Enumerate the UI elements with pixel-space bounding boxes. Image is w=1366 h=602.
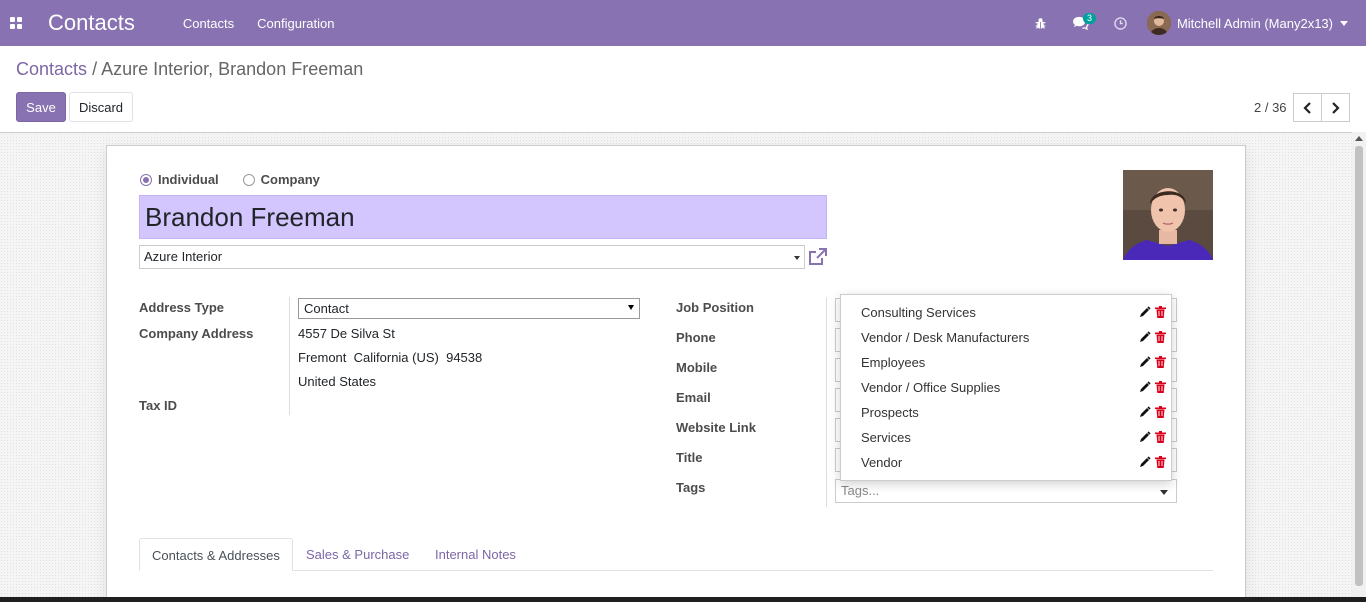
select-caret-icon bbox=[628, 305, 634, 310]
trash-delete-icon[interactable] bbox=[1155, 406, 1166, 418]
breadcrumb-contacts-link[interactable]: Contacts bbox=[16, 59, 87, 79]
chevron-left-icon bbox=[1303, 101, 1311, 114]
company-radio-label[interactable]: Company bbox=[261, 172, 320, 187]
apps-menu-icon[interactable] bbox=[0, 0, 32, 46]
save-button[interactable]: Save bbox=[16, 92, 66, 122]
contact-photo[interactable] bbox=[1123, 170, 1213, 260]
address-type-value: Contact bbox=[304, 301, 349, 316]
tag-option-label[interactable]: Consulting Services bbox=[861, 305, 976, 320]
external-link-icon[interactable] bbox=[808, 248, 827, 266]
trash-delete-icon[interactable] bbox=[1155, 356, 1166, 368]
tag-option[interactable]: Vendor bbox=[841, 451, 1173, 476]
parent-company-value: Azure Interior bbox=[144, 249, 223, 264]
tag-option[interactable]: Employees bbox=[841, 351, 1173, 376]
user-menu[interactable]: Mitchell Admin (Many2x13) bbox=[1146, 11, 1348, 35]
pencil-edit-icon[interactable] bbox=[1139, 406, 1151, 418]
pager-next-button[interactable] bbox=[1321, 93, 1350, 122]
tab-sales-purchase[interactable]: Sales & Purchase bbox=[294, 538, 421, 571]
tags-input[interactable]: Tags... bbox=[835, 479, 1177, 503]
tag-option[interactable]: Vendor / Office Supplies bbox=[841, 376, 1173, 401]
contact-name-input[interactable]: Brandon Freeman bbox=[139, 195, 827, 239]
individual-radio-label[interactable]: Individual bbox=[158, 172, 219, 187]
phone-label: Phone bbox=[676, 330, 716, 345]
user-caret-icon bbox=[1340, 20, 1348, 26]
tags-autocomplete-dropdown: Consulting Services Vendor / Desk Manufa… bbox=[840, 294, 1172, 481]
tag-option-label[interactable]: Vendor / Desk Manufacturers bbox=[861, 330, 1029, 345]
individual-radio[interactable] bbox=[140, 173, 152, 186]
discard-button[interactable]: Discard bbox=[69, 92, 133, 122]
chevron-down-icon[interactable] bbox=[1160, 490, 1168, 495]
breadcrumb-separator: / bbox=[92, 59, 98, 79]
tag-option-label[interactable]: Vendor / Office Supplies bbox=[861, 380, 1000, 395]
right-group-divider bbox=[826, 297, 827, 507]
trash-delete-icon[interactable] bbox=[1155, 381, 1166, 393]
email-label: Email bbox=[676, 390, 711, 405]
tab-contacts-addresses[interactable]: Contacts & Addresses bbox=[139, 538, 293, 571]
tag-option[interactable]: Prospects bbox=[841, 401, 1173, 426]
messages-count-badge: 3 bbox=[1082, 13, 1096, 24]
user-name: Mitchell Admin (Many2x13) bbox=[1176, 15, 1333, 31]
pencil-edit-icon[interactable] bbox=[1139, 306, 1151, 318]
tags-label: Tags bbox=[676, 480, 706, 495]
bottom-edge-bar bbox=[0, 597, 1366, 602]
navbar-systray: 3 Mitchell Admin (Many2x13) bbox=[1021, 0, 1366, 46]
scroll-up-arrow-icon[interactable] bbox=[1355, 136, 1363, 141]
tab-internal-notes[interactable]: Internal Notes bbox=[423, 538, 528, 571]
company-address-label: Company Address bbox=[139, 326, 254, 341]
tag-option[interactable]: Services bbox=[841, 426, 1173, 451]
tag-option[interactable]: Vendor / Desk Manufacturers bbox=[841, 326, 1173, 351]
scrollbar-thumb[interactable] bbox=[1355, 146, 1363, 586]
trash-delete-icon[interactable] bbox=[1155, 331, 1166, 343]
tag-option-label[interactable]: Services bbox=[861, 430, 911, 445]
trash-delete-icon[interactable] bbox=[1155, 306, 1166, 318]
address-type-select[interactable]: Contact bbox=[298, 298, 640, 319]
app-title: Contacts bbox=[48, 10, 135, 35]
tag-option[interactable]: Consulting Services bbox=[841, 301, 1173, 326]
company-type-radio-group: Individual Company bbox=[140, 172, 320, 187]
title-label: Title bbox=[676, 450, 703, 465]
pencil-edit-icon[interactable] bbox=[1139, 431, 1151, 443]
pencil-edit-icon[interactable] bbox=[1139, 381, 1151, 393]
debug-bug-icon[interactable] bbox=[1021, 0, 1061, 46]
tag-option-label[interactable]: Employees bbox=[861, 355, 925, 370]
chevron-right-icon bbox=[1332, 101, 1340, 114]
menu-configuration[interactable]: Configuration bbox=[257, 16, 334, 31]
company-radio[interactable] bbox=[242, 173, 255, 186]
breadcrumb: Contacts / Azure Interior, Brandon Freem… bbox=[16, 59, 363, 80]
chevron-down-icon[interactable] bbox=[794, 256, 800, 260]
main-menu: Contacts Configuration bbox=[183, 16, 335, 31]
pencil-edit-icon[interactable] bbox=[1139, 356, 1151, 368]
user-avatar bbox=[1146, 11, 1171, 35]
address-line-3: United States bbox=[298, 374, 377, 389]
notebook-tabs: Contacts & Addresses Sales & Purchase In… bbox=[139, 538, 1213, 571]
job-position-label: Job Position bbox=[676, 300, 754, 315]
trash-delete-icon[interactable] bbox=[1155, 456, 1166, 468]
tag-option-label[interactable]: Prospects bbox=[861, 405, 919, 420]
left-group-divider bbox=[289, 297, 290, 415]
address-type-label: Address Type bbox=[139, 300, 225, 315]
tags-placeholder: Tags... bbox=[841, 483, 880, 498]
website-link-label: Website Link bbox=[676, 420, 756, 435]
top-navbar: Contacts Contacts Configuration 3 Mitche… bbox=[0, 0, 1366, 46]
mobile-label: Mobile bbox=[676, 360, 718, 375]
messages-icon[interactable]: 3 bbox=[1061, 0, 1101, 46]
parent-company-select[interactable]: Azure Interior bbox=[139, 245, 805, 269]
menu-contacts[interactable]: Contacts bbox=[183, 16, 234, 31]
pager-previous-button[interactable] bbox=[1293, 93, 1322, 122]
tax-id-label: Tax ID bbox=[139, 398, 178, 413]
pencil-edit-icon[interactable] bbox=[1139, 331, 1151, 343]
breadcrumb-current: Azure Interior, Brandon Freeman bbox=[101, 59, 364, 79]
pager-value[interactable]: 2 / 36 bbox=[1254, 100, 1287, 115]
pencil-edit-icon[interactable] bbox=[1139, 456, 1151, 468]
vertical-scrollbar[interactable] bbox=[1352, 132, 1366, 602]
activity-clock-icon[interactable] bbox=[1101, 0, 1141, 46]
trash-delete-icon[interactable] bbox=[1155, 431, 1166, 443]
tag-option-label[interactable]: Vendor bbox=[861, 455, 902, 470]
address-line-2: Fremont California (US) 94538 bbox=[298, 350, 483, 365]
address-line-1: 4557 De Silva St bbox=[298, 326, 395, 341]
